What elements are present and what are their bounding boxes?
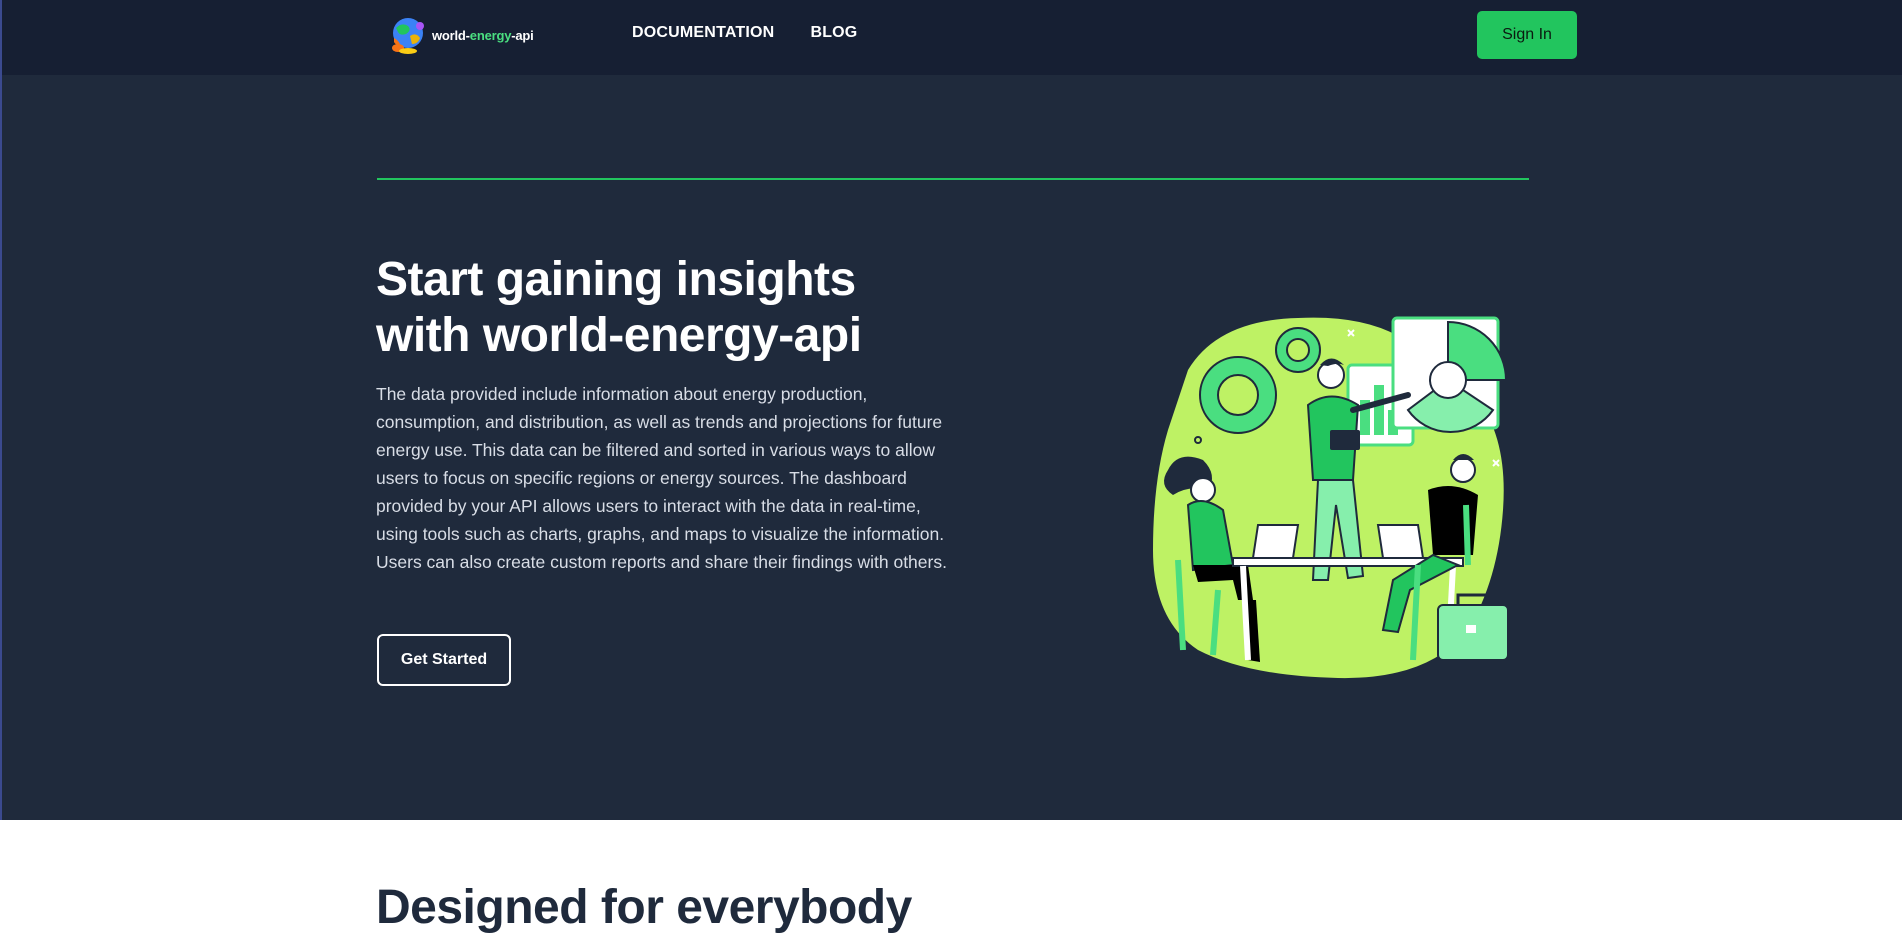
- gear-icon-large: [1199, 356, 1277, 434]
- gear-icon-small: [1275, 327, 1321, 373]
- sign-in-button[interactable]: Sign In: [1477, 11, 1577, 59]
- hero-title-line2: with world-energy-api: [376, 309, 862, 362]
- person-standing-head: [1317, 361, 1345, 389]
- hero-description: The data provided include information ab…: [376, 384, 947, 572]
- hero-title: Start gaining insights with world-energy…: [376, 252, 976, 364]
- main-nav: DOCUMENTATION BLOG: [632, 24, 857, 42]
- nav-blog[interactable]: BLOG: [810, 24, 857, 42]
- laptop-left: [1251, 524, 1300, 559]
- team-dashboard-illustration: [1153, 316, 1509, 679]
- top-navbar: [0, 0, 1902, 75]
- person-right-body: [1428, 486, 1478, 555]
- get-started-button[interactable]: Get Started: [377, 634, 511, 686]
- nav-documentation[interactable]: DOCUMENTATION: [632, 24, 774, 42]
- window-edge: [0, 0, 2, 820]
- hero-divider: [377, 178, 1529, 180]
- logo-text: world-energy-api: [432, 27, 534, 43]
- section-title-designed: Designed for everybody: [376, 881, 912, 934]
- logo-link[interactable]: world-energy-api: [386, 14, 534, 56]
- hero-title-line1: Start gaining insights: [376, 253, 856, 306]
- person-right-head: [1450, 457, 1476, 483]
- laptop-right: [1376, 524, 1425, 559]
- globe-logo-icon: [392, 18, 424, 54]
